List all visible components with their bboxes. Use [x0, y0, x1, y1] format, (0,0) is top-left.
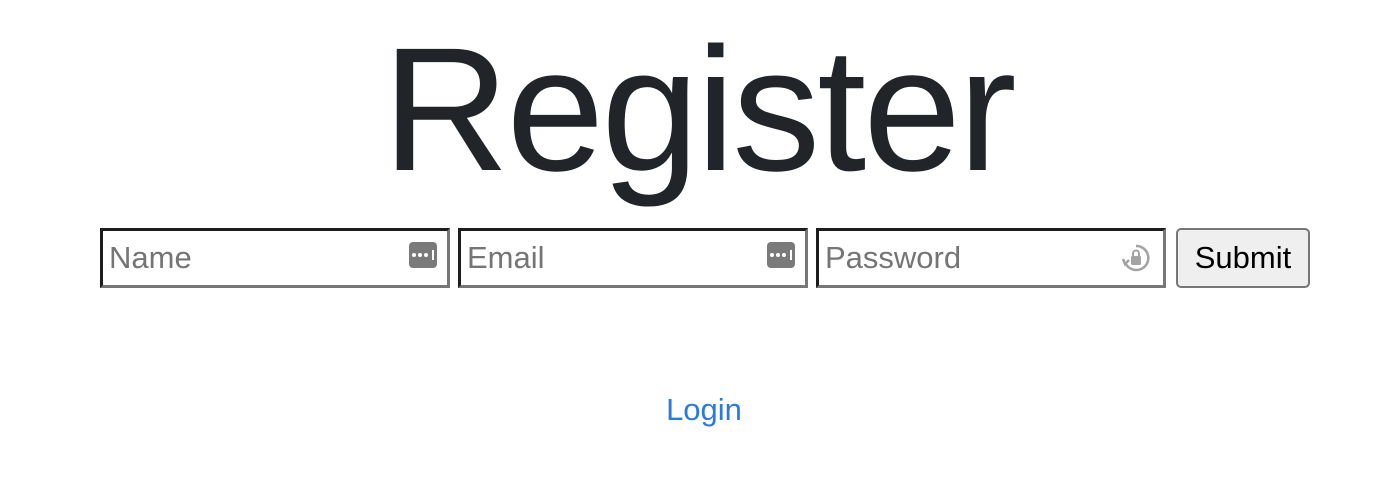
password-field: [816, 228, 1166, 288]
register-form: Submit: [100, 228, 1310, 288]
name-field: [100, 228, 450, 288]
autofill-key-icon[interactable]: [409, 242, 437, 268]
submit-button[interactable]: Submit: [1176, 228, 1310, 288]
email-field: [458, 228, 808, 288]
password-input[interactable]: [819, 231, 1115, 285]
page-title: Register: [382, 12, 1016, 208]
autofill-key-icon[interactable]: [767, 242, 795, 268]
name-input[interactable]: [103, 231, 399, 285]
email-input[interactable]: [461, 231, 757, 285]
password-lock-icon[interactable]: [1121, 243, 1151, 273]
login-link[interactable]: Login: [0, 390, 1396, 430]
register-page: Register Name Email Submit Login: [0, 0, 1396, 496]
